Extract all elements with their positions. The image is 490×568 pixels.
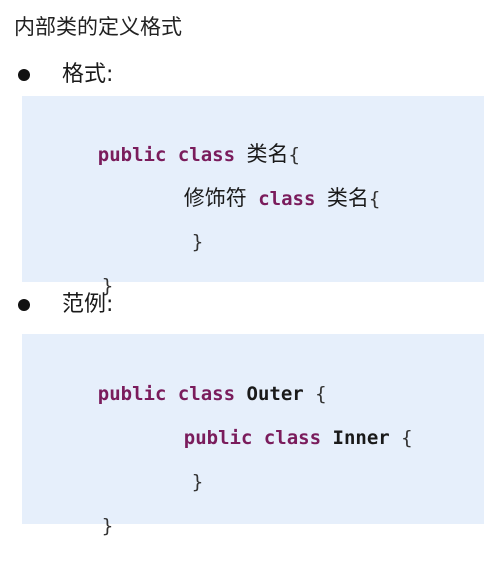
- code-block-example: public class Outer { public class Inner …: [22, 334, 484, 537]
- code-line: }: [101, 515, 114, 537]
- code-line: }: [191, 471, 204, 493]
- bullet-dot: [18, 299, 30, 311]
- bullet-example: 范例:: [14, 290, 113, 320]
- code-line: }: [191, 231, 204, 253]
- bullet-dot: [18, 69, 30, 81]
- bullet-format: 格式:: [14, 60, 113, 90]
- code-block-format: public class 类名{ 修饰符 class 类名{ } }: [22, 96, 484, 297]
- page-title: 内部类的定义格式: [14, 15, 182, 39]
- bullet-label: 范例:: [62, 292, 114, 317]
- bullet-label: 格式:: [62, 62, 114, 87]
